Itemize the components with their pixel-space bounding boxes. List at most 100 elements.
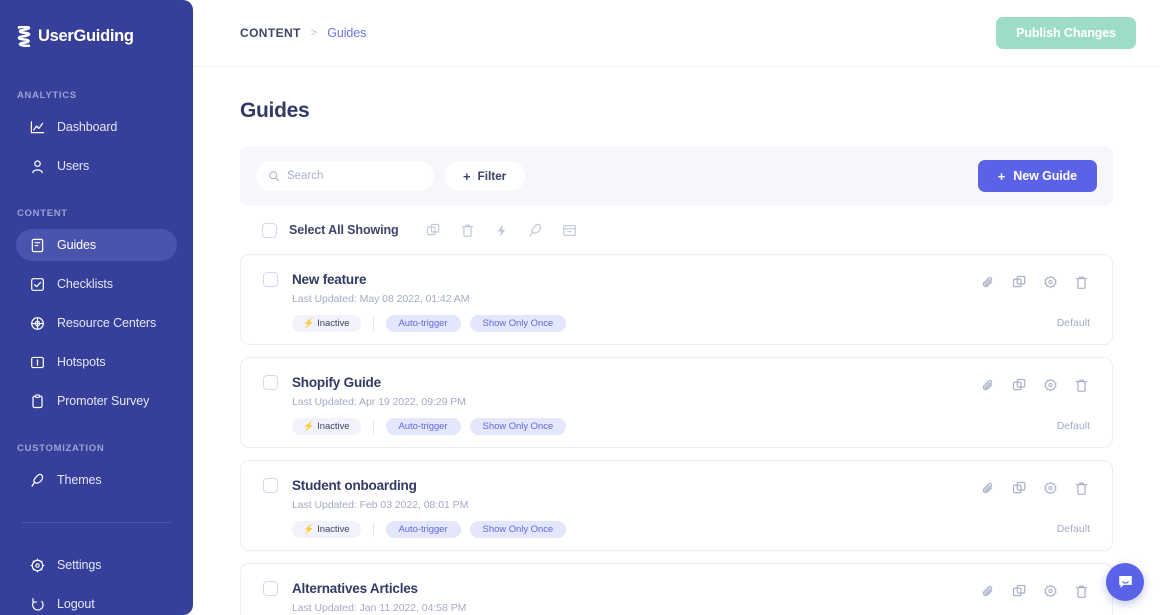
attach-icon[interactable] — [980, 377, 997, 394]
delete-icon[interactable] — [1073, 274, 1090, 291]
select-all-label: Select All Showing — [289, 223, 399, 237]
breadcrumb-root[interactable]: CONTENT — [240, 26, 301, 40]
activate-bolt-icon[interactable] — [493, 222, 510, 239]
sidebar-item-label: Dashboard — [57, 120, 118, 134]
guide-actions — [980, 377, 1090, 394]
bulk-actions — [425, 222, 578, 239]
duplicate-icon[interactable] — [1011, 377, 1028, 394]
select-all-checkbox[interactable] — [262, 222, 277, 238]
delete-icon[interactable] — [1073, 377, 1090, 394]
bolt-icon: ⚡ — [303, 524, 315, 534]
sidebar-section-content: CONTENT — [17, 208, 68, 219]
guide-actions — [980, 480, 1090, 497]
sidebar-item-label: Resource Centers — [57, 316, 157, 330]
sidebar: UserGuiding ANALYTICS Dashboard Users CO… — [0, 0, 193, 615]
guide-checkbox[interactable] — [263, 478, 278, 493]
sidebar-item-settings[interactable]: Settings — [16, 549, 177, 581]
sidebar-item-themes[interactable]: Themes — [16, 464, 177, 496]
checklist-icon — [30, 277, 45, 292]
frequency-badge: Show Only Once — [469, 418, 567, 435]
sidebar-item-label: Checklists — [57, 277, 113, 291]
filter-button-label: Filter — [477, 169, 507, 183]
guide-title: Shopify Guide — [292, 375, 381, 390]
brand-logo[interactable]: UserGuiding — [0, 22, 193, 50]
duplicate-icon[interactable] — [1011, 274, 1028, 291]
frequency-badge: Show Only Once — [469, 521, 567, 538]
guide-theme-label: Default — [1056, 420, 1090, 432]
delete-icon[interactable] — [1073, 583, 1090, 600]
settings-gear-icon[interactable] — [1042, 274, 1059, 291]
guide-card[interactable]: Shopify Guide Last Updated: Apr 19 2022,… — [240, 357, 1113, 448]
sidebar-item-label: Themes — [57, 473, 102, 487]
new-guide-button[interactable]: + New Guide — [977, 160, 1097, 192]
duplicate-icon[interactable] — [425, 222, 442, 239]
chat-bubble-icon — [1118, 575, 1132, 588]
attach-icon[interactable] — [980, 274, 997, 291]
chevron-right-icon: > — [310, 27, 318, 39]
guide-checkbox[interactable] — [263, 272, 278, 287]
user-icon — [30, 159, 45, 174]
theme-paint-icon[interactable] — [527, 222, 544, 239]
topbar: CONTENT > Guides Publish Changes — [193, 0, 1160, 67]
duplicate-icon[interactable] — [1011, 583, 1028, 600]
guide-card[interactable]: Student onboarding Last Updated: Feb 03 … — [240, 460, 1113, 551]
settings-gear-icon[interactable] — [1042, 377, 1059, 394]
plus-icon: + — [997, 168, 1006, 184]
main-content: CONTENT > Guides Publish Changes Guides … — [193, 0, 1160, 615]
content-area: Guides + Filter + New Guide Select — [193, 67, 1160, 615]
breadcrumb: CONTENT > Guides — [240, 26, 366, 40]
guide-card[interactable]: Alternatives Articles Last Updated: Jan … — [240, 563, 1113, 615]
settings-gear-icon[interactable] — [1042, 583, 1059, 600]
trigger-badge: Auto-trigger — [385, 315, 461, 332]
sidebar-item-checklists[interactable]: Checklists — [16, 268, 177, 300]
guide-last-updated: Last Updated: May 08 2022, 01:42 AM — [292, 293, 470, 305]
sidebar-item-resource-centers[interactable]: Resource Centers — [16, 307, 177, 339]
delete-icon[interactable] — [1073, 480, 1090, 497]
guide-badges: ⚡ Inactive Auto-trigger Show Only Once — [292, 315, 1090, 332]
guide-last-updated: Last Updated: Jan 11 2022, 04:58 PM — [292, 602, 467, 614]
sidebar-item-guides[interactable]: Guides — [16, 229, 177, 261]
page-title: Guides — [240, 99, 310, 122]
gear-icon — [30, 558, 45, 573]
archive-icon[interactable] — [561, 222, 578, 239]
status-badge-label: Inactive — [317, 524, 350, 535]
trigger-badge: Auto-trigger — [385, 418, 461, 435]
sidebar-item-label: Settings — [57, 558, 102, 572]
badge-divider — [372, 316, 374, 331]
logout-icon — [30, 597, 45, 612]
frequency-badge: Show Only Once — [469, 315, 567, 332]
filter-button[interactable]: + Filter — [444, 161, 526, 191]
sidebar-item-label: Promoter Survey — [57, 394, 150, 408]
search-input[interactable] — [287, 170, 417, 182]
sidebar-section-analytics: ANALYTICS — [17, 90, 77, 101]
hotspot-icon — [30, 355, 45, 370]
guide-theme-label: Default — [1056, 317, 1090, 329]
sidebar-bottom-nav: Settings Logout — [0, 549, 193, 615]
publish-changes-button[interactable]: Publish Changes — [996, 17, 1136, 49]
guide-title: New feature — [292, 272, 367, 287]
guide-checkbox[interactable] — [263, 581, 278, 596]
sidebar-item-logout[interactable]: Logout — [16, 588, 177, 615]
guide-checkbox[interactable] — [263, 375, 278, 390]
duplicate-icon[interactable] — [1011, 480, 1028, 497]
sidebar-item-hotspots[interactable]: Hotspots — [16, 346, 177, 378]
guide-badges: ⚡ Inactive Auto-trigger Show Only Once — [292, 521, 1090, 538]
attach-icon[interactable] — [980, 583, 997, 600]
attach-icon[interactable] — [980, 480, 997, 497]
sidebar-item-promoter-survey[interactable]: Promoter Survey — [16, 385, 177, 417]
chat-launcher-button[interactable] — [1106, 563, 1144, 601]
guide-title: Student onboarding — [292, 478, 417, 493]
survey-clipboard-icon — [30, 393, 45, 409]
userguiding-logo-icon — [17, 25, 31, 47]
sidebar-item-users[interactable]: Users — [16, 150, 177, 182]
sidebar-item-dashboard[interactable]: Dashboard — [16, 111, 177, 143]
settings-gear-icon[interactable] — [1042, 480, 1059, 497]
new-guide-button-label: New Guide — [1013, 169, 1077, 183]
guide-title: Alternatives Articles — [292, 581, 418, 596]
resource-center-icon — [30, 316, 45, 331]
guide-badges: ⚡ Inactive Auto-trigger Show Only Once — [292, 418, 1090, 435]
delete-icon[interactable] — [459, 222, 476, 239]
search-box[interactable] — [256, 161, 434, 191]
guide-card[interactable]: New feature Last Updated: May 08 2022, 0… — [240, 254, 1113, 345]
breadcrumb-current[interactable]: Guides — [327, 26, 366, 40]
